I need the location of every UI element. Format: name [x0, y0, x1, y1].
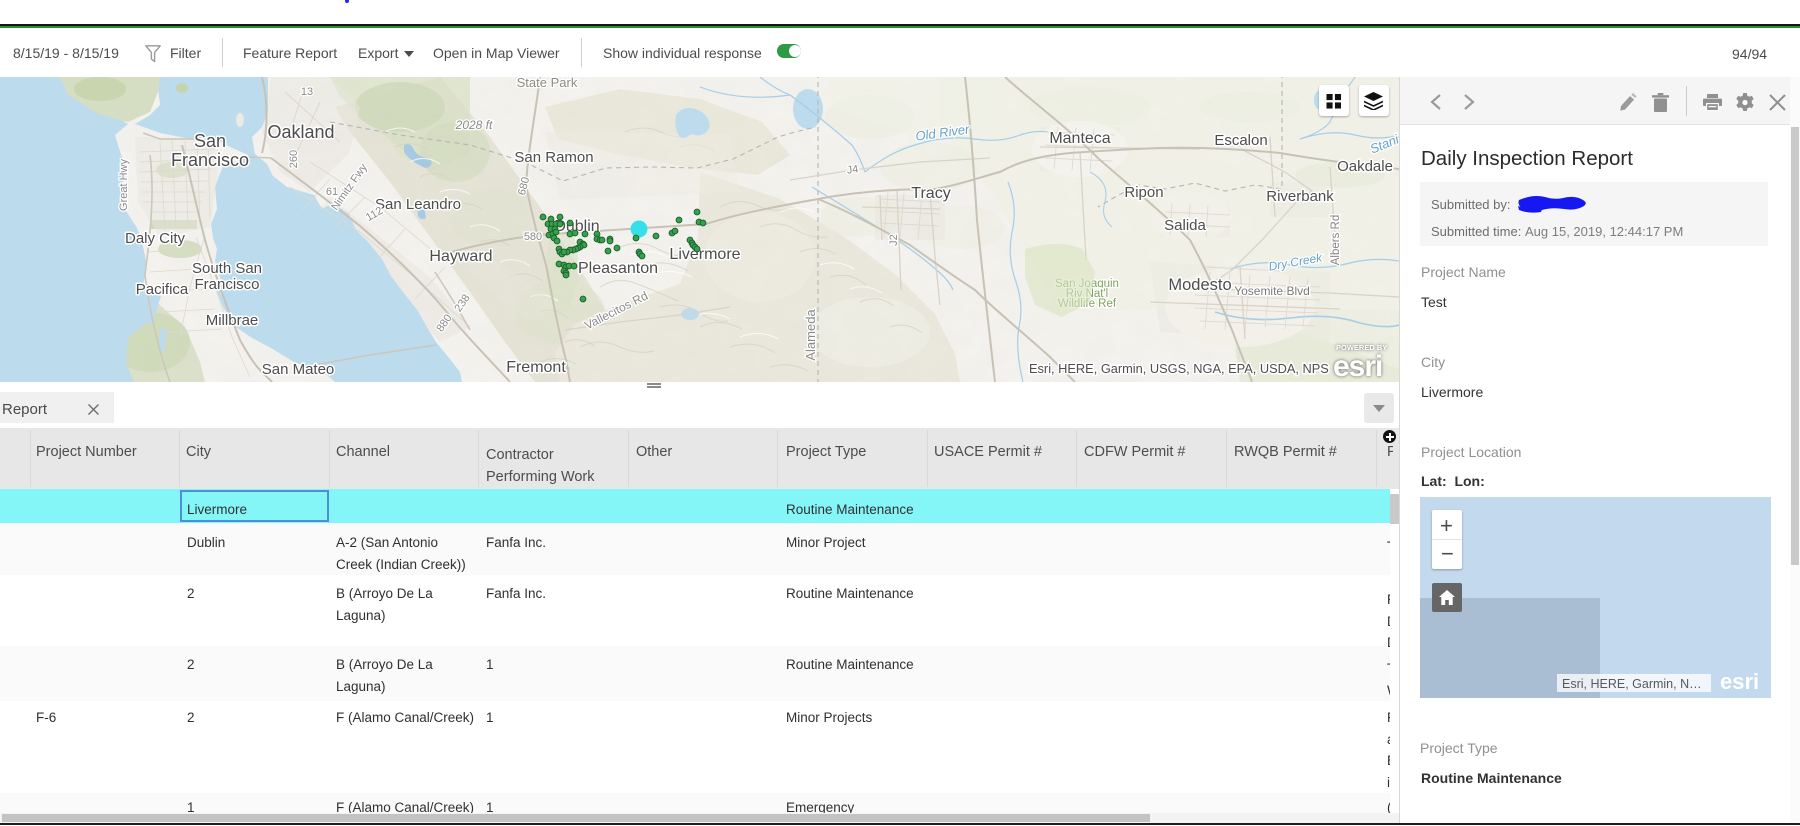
- svg-text:580: 580: [524, 231, 542, 243]
- svg-text:Ripon: Ripon: [1124, 184, 1163, 201]
- svg-text:Escalon: Escalon: [1214, 132, 1267, 149]
- svg-text:Alameda: Alameda: [803, 309, 818, 361]
- svg-text:61: 61: [326, 186, 338, 198]
- svg-text:Millbrae: Millbrae: [206, 312, 259, 329]
- svg-text:Manteca: Manteca: [1049, 130, 1110, 147]
- svg-text:J4: J4: [846, 163, 859, 177]
- svg-text:Oakland: Oakland: [267, 122, 334, 142]
- svg-text:esri: esri: [1333, 350, 1382, 382]
- svg-text:Yosemite Blvd: Yosemite Blvd: [1234, 284, 1310, 298]
- svg-text:Pacifica: Pacifica: [136, 281, 189, 298]
- svg-text:San Ramon: San Ramon: [514, 149, 593, 166]
- svg-text:260: 260: [288, 150, 300, 168]
- svg-text:Fremont: Fremont: [506, 359, 566, 376]
- svg-text:Francisco: Francisco: [194, 276, 259, 293]
- svg-text:South San: South San: [192, 260, 262, 277]
- svg-text:2028 ft: 2028 ft: [455, 118, 493, 132]
- svg-text:Hayward: Hayward: [429, 248, 492, 265]
- svg-text:Pleasanton: Pleasanton: [578, 260, 658, 277]
- svg-text:Great Hwy: Great Hwy: [118, 159, 130, 211]
- svg-text:San Leandro: San Leandro: [375, 196, 461, 213]
- svg-text:Esri, HERE, Garmin, USGS, NGA,: Esri, HERE, Garmin, USGS, NGA, EPA, USDA…: [1029, 361, 1329, 376]
- svg-text:Daly City: Daly City: [125, 230, 186, 247]
- svg-text:Salida: Salida: [1164, 217, 1206, 234]
- svg-text:J2: J2: [888, 234, 900, 246]
- svg-text:Modesto: Modesto: [1168, 276, 1231, 294]
- svg-text:Albers Rd: Albers Rd: [1330, 215, 1342, 266]
- svg-text:Livermore: Livermore: [669, 246, 740, 263]
- svg-text:Francisco: Francisco: [171, 150, 249, 170]
- svg-text:San: San: [194, 131, 226, 151]
- svg-text:Tracy: Tracy: [911, 185, 950, 202]
- svg-text:State Park: State Park: [517, 77, 578, 90]
- svg-text:Oakdale: Oakdale: [1337, 158, 1393, 175]
- svg-text:Riverbank: Riverbank: [1266, 188, 1334, 205]
- svg-text:San Mateo: San Mateo: [262, 361, 335, 378]
- svg-text:13: 13: [301, 86, 313, 98]
